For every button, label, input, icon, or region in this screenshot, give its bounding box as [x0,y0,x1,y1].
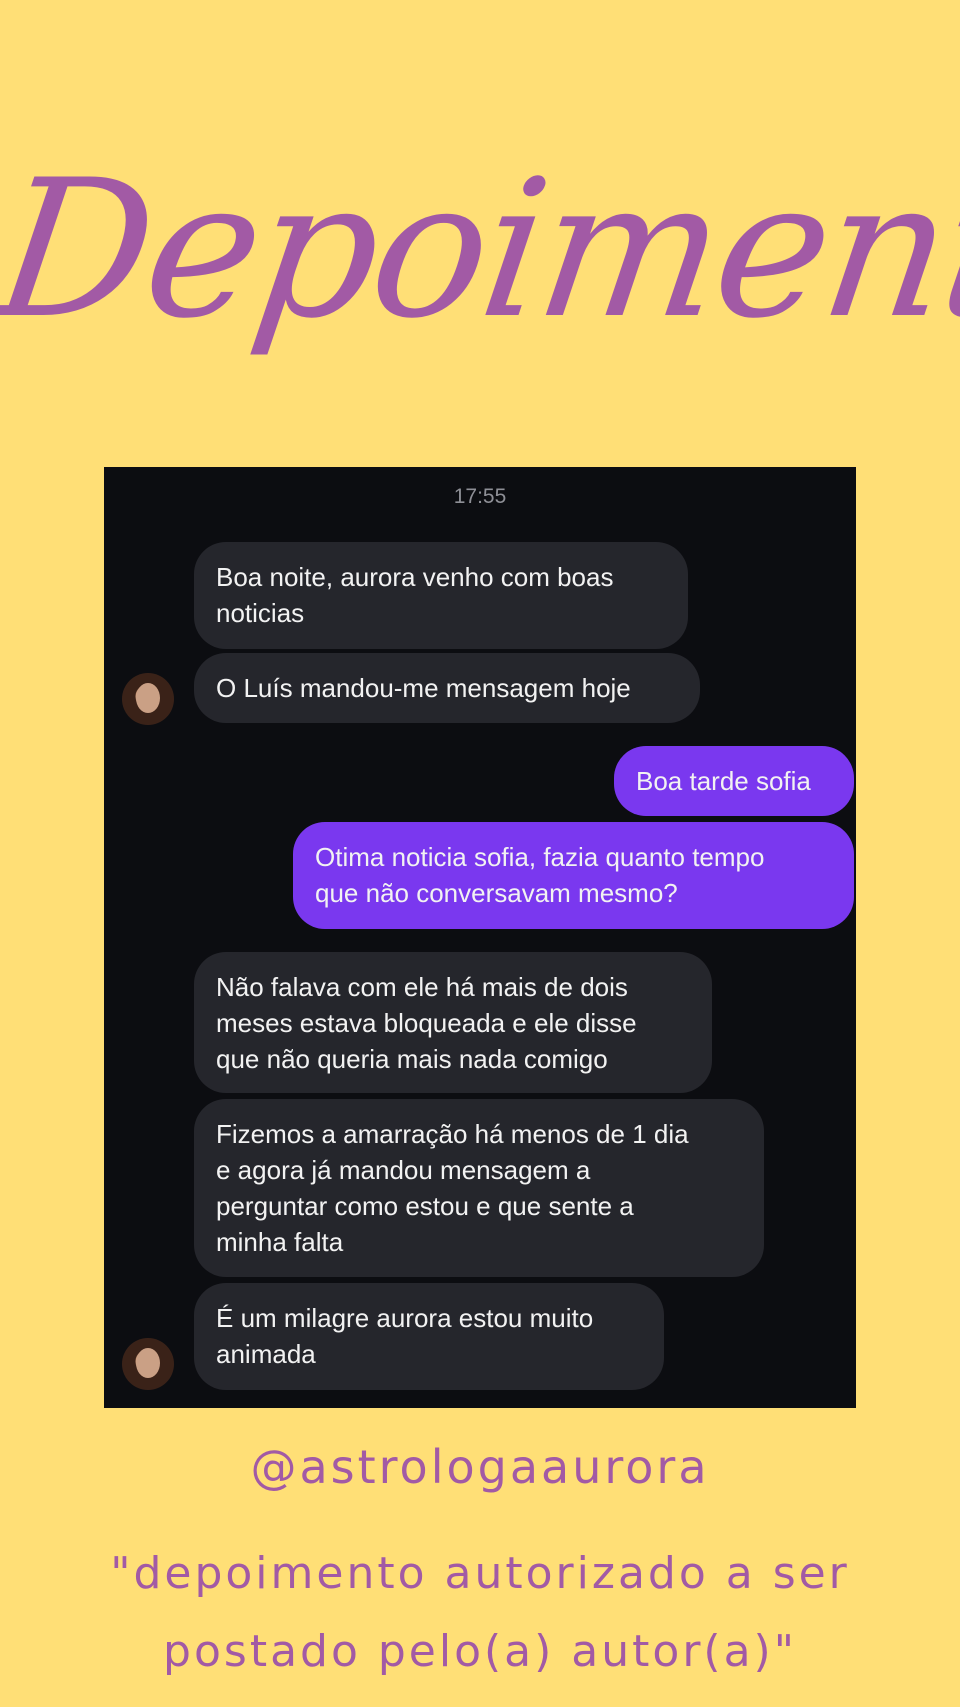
received-message-4[interactable]: Fizemos a amarração há menos de 1 dia e … [194,1099,764,1277]
contact-avatar[interactable] [122,673,174,725]
received-message-5[interactable]: É um milagre aurora estou muito animada [194,1283,664,1390]
chat-screenshot: 17:55 Boa noite, aurora venho com boas n… [104,467,856,1408]
page-title: Depoimentos [0,139,960,360]
received-message-3[interactable]: Não falava com ele há mais de dois meses… [194,952,712,1093]
received-message-1[interactable]: Boa noite, aurora venho com boas noticia… [194,542,688,649]
sent-message-2[interactable]: Otima noticia sofia, fazia quanto tempo … [293,822,854,929]
instagram-handle[interactable]: @astrologaaurora [0,1440,960,1494]
sent-message-1[interactable]: Boa tarde sofia [614,746,854,816]
received-message-2[interactable]: O Luís mandou-me mensagem hoje [194,653,700,723]
chat-timestamp: 17:55 [453,485,507,508]
contact-avatar[interactable] [122,1338,174,1390]
authorization-note: "depoimento autorizado a ser postado pel… [110,1548,850,1677]
